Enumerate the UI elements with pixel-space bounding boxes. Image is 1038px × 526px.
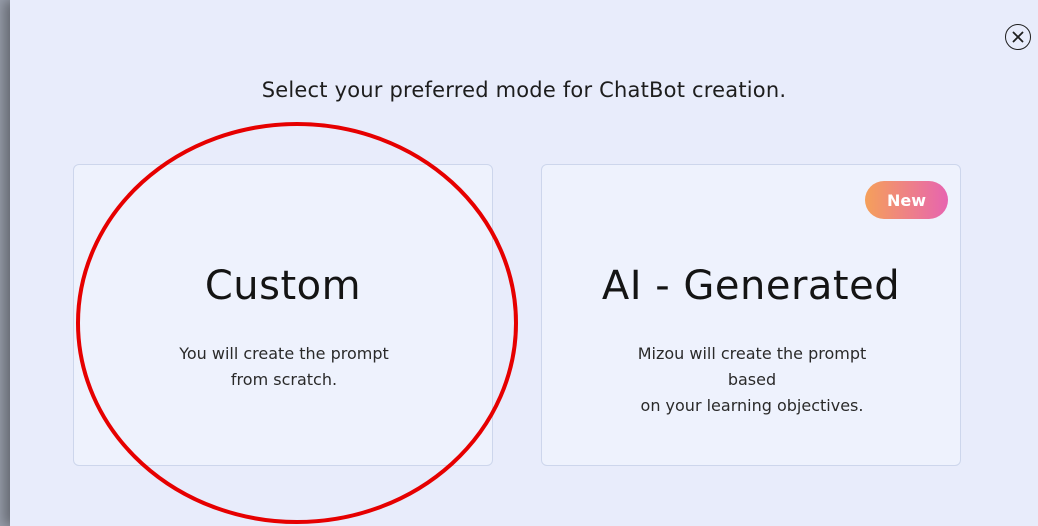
custom-card-title: Custom	[204, 263, 362, 309]
close-icon	[1012, 31, 1024, 43]
custom-desc-line-2: from scratch.	[230, 370, 338, 389]
ai-card-description: Mizou will create the prompt based on yo…	[612, 341, 892, 419]
ai-desc-line-2: on your learning objectives.	[640, 396, 864, 415]
custom-card-description: You will create the prompt from scratch.	[144, 341, 424, 393]
ai-card-title: AI - Generated	[601, 263, 901, 309]
close-button[interactable]	[1005, 24, 1031, 50]
custom-mode-card[interactable]: Custom You will create the prompt from s…	[73, 164, 493, 466]
mode-selection-dialog: Select your preferred mode for ChatBot c…	[10, 0, 1038, 526]
dialog-title: Select your preferred mode for ChatBot c…	[261, 78, 787, 102]
ai-desc-line-1: Mizou will create the prompt based	[637, 344, 867, 389]
custom-desc-line-1: You will create the prompt	[179, 344, 389, 363]
ai-generated-mode-card[interactable]: New AI - Generated Mizou will create the…	[541, 164, 961, 466]
new-badge: New	[865, 181, 948, 219]
